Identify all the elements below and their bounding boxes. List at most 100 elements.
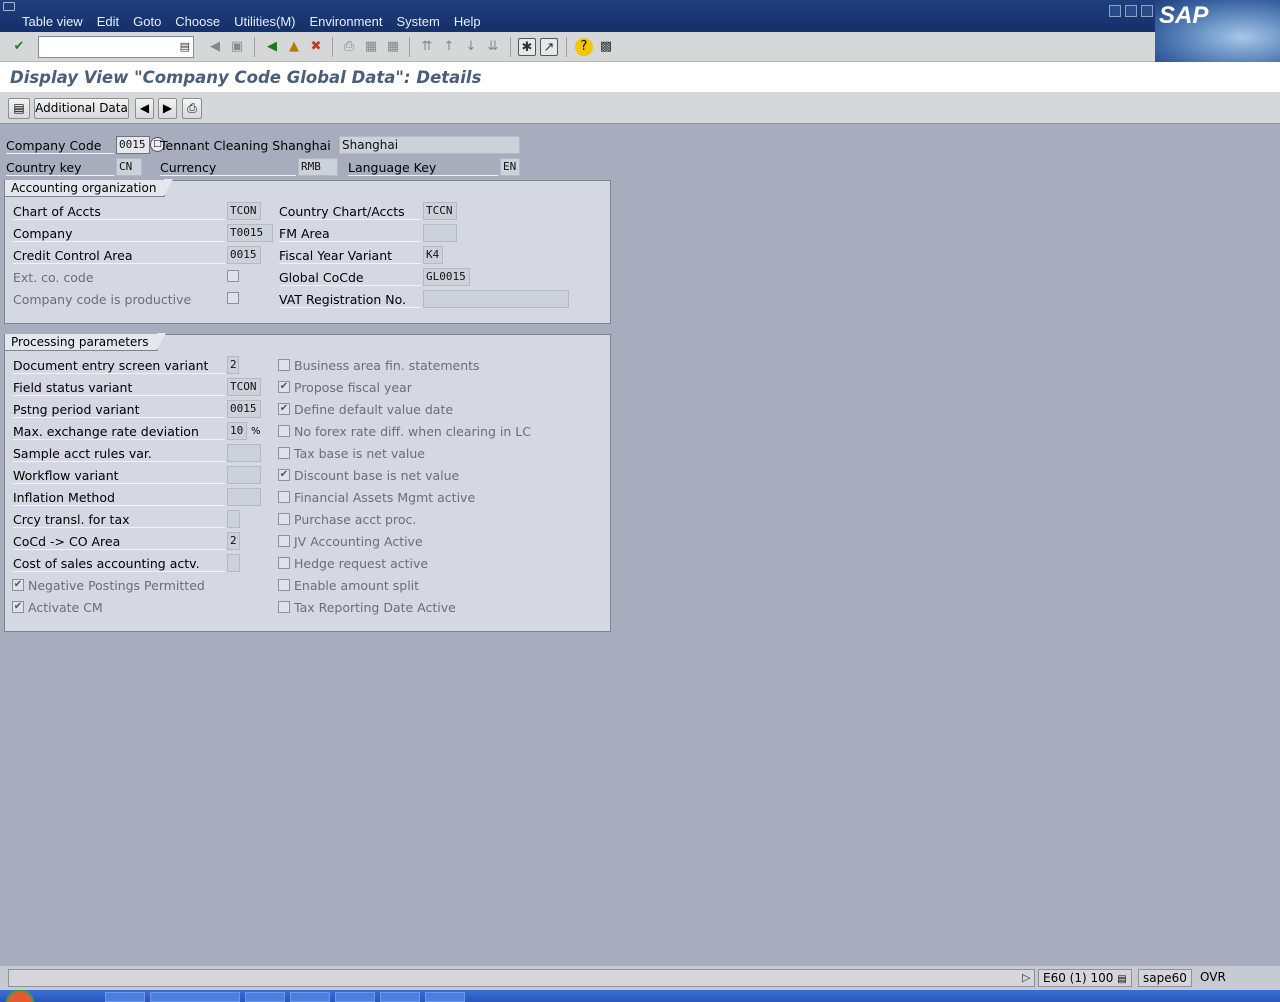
label-underline (13, 549, 225, 550)
back-icon[interactable]: ◀ (263, 38, 281, 56)
label-underline (13, 527, 225, 528)
command-field[interactable]: ▤ (38, 36, 194, 58)
company-code-field[interactable]: 0015 (116, 136, 150, 154)
previous-entry-icon[interactable]: ◀ (135, 98, 154, 119)
minimize-button[interactable] (1109, 5, 1121, 17)
back-small-icon[interactable]: ◀ (206, 38, 224, 56)
status-expand-icon[interactable]: ▷ (1022, 971, 1030, 984)
taskbar-item[interactable] (290, 992, 330, 1002)
maximize-button[interactable] (1125, 5, 1137, 17)
accounting-organization-title: Accounting organization (5, 179, 174, 197)
save-icon[interactable]: ▣ (228, 38, 246, 56)
additional-data-button[interactable]: Additional Data (34, 98, 129, 119)
first-page-icon[interactable]: ⇈ (418, 38, 436, 56)
menu-edit[interactable]: Edit (97, 14, 119, 29)
new-session-icon[interactable]: ✱ (518, 38, 536, 56)
cocd-co-area-field: 2 (227, 532, 240, 550)
enter-icon[interactable]: ✔ (10, 38, 28, 56)
cancel-icon[interactable]: ✖ (307, 38, 325, 56)
credit-control-area-label: Credit Control Area (13, 248, 133, 263)
toolbar-separator (510, 37, 511, 57)
activate-cm-label: Activate CM (28, 600, 103, 615)
company-code-label: Company Code (6, 138, 102, 153)
taskbar-item[interactable] (380, 992, 420, 1002)
field-status-variant-field: TCON (227, 378, 261, 396)
vat-registration-label: VAT Registration No. (279, 292, 407, 307)
fiscal-year-variant-label: Fiscal Year Variant (279, 248, 393, 263)
pstng-period-variant-field: 0015 (227, 400, 261, 418)
menu-help[interactable]: Help (454, 14, 481, 29)
menu-environment[interactable]: Environment (310, 14, 383, 29)
business-area-fin-statements-checkbox (278, 359, 290, 371)
credit-control-area-field: 0015 (227, 246, 261, 264)
tax-reporting-date-checkbox (278, 601, 290, 613)
label-underline (279, 285, 421, 286)
system-menu-icon[interactable] (3, 2, 15, 11)
menu-choose[interactable]: Choose (175, 14, 220, 29)
taskbar-item[interactable] (245, 992, 285, 1002)
hedge-request-checkbox (278, 557, 290, 569)
sap-logo-text: SAP (1159, 2, 1209, 29)
taskbar-item[interactable] (425, 992, 465, 1002)
global-cocde-label: Global CoCde (279, 270, 364, 285)
taskbar-item[interactable] (335, 992, 375, 1002)
label-underline (160, 175, 296, 176)
taskbar-item[interactable] (105, 992, 145, 1002)
print-icon[interactable]: ⎙ (182, 98, 202, 119)
label-underline (13, 417, 225, 418)
ext-co-code-checkbox (227, 270, 239, 282)
create-shortcut-icon[interactable]: ↗ (540, 38, 558, 56)
toolbar-separator (566, 37, 567, 57)
next-page-icon[interactable]: ↓ (462, 38, 480, 56)
system-info: E60 (1) 100 ▤ (1038, 969, 1132, 987)
financial-assets-mgmt-checkbox (278, 491, 290, 503)
menu-utilities[interactable]: Utilities(M) (234, 14, 295, 29)
percent-unit: % (251, 426, 261, 437)
command-history-icon[interactable]: ▤ (180, 40, 190, 53)
currency-label: Currency (160, 160, 217, 175)
previous-page-icon[interactable]: ↑ (440, 38, 458, 56)
taskbar-item[interactable] (150, 992, 240, 1002)
windows-taskbar (0, 990, 1280, 1002)
system-id: E60 (1) 100 (1043, 971, 1114, 985)
find-next-icon[interactable]: ▦ (384, 38, 402, 56)
workflow-variant-field (227, 466, 261, 484)
fiscal-year-variant-field: K4 (423, 246, 443, 264)
workflow-variant-label: Workflow variant (13, 468, 119, 483)
menu-goto[interactable]: Goto (133, 14, 161, 29)
doc-entry-screen-variant-label: Document entry screen variant (13, 358, 209, 373)
vat-registration-field (423, 290, 569, 308)
language-key-field: EN (500, 158, 520, 176)
close-button[interactable] (1141, 5, 1153, 17)
start-button[interactable] (0, 990, 45, 1002)
help-icon[interactable]: ? (575, 38, 593, 56)
jv-accounting-checkbox (278, 535, 290, 547)
last-page-icon[interactable]: ⇊ (484, 38, 502, 56)
menu-bar: Table view Edit Goto Choose Utilities(M)… (0, 0, 1280, 32)
field-status-variant-label: Field status variant (13, 380, 133, 395)
label-underline (13, 505, 225, 506)
menu-system[interactable]: System (396, 14, 439, 29)
language-key-label: Language Key (348, 160, 437, 175)
next-entry-icon[interactable]: ▶ (158, 98, 177, 119)
country-key-field: CN (116, 158, 142, 176)
max-exchange-rate-deviation-field: 10 (227, 422, 247, 440)
other-view-icon[interactable]: ▤ (8, 98, 30, 119)
chart-of-accts-label: Chart of Accts (13, 204, 101, 219)
print-icon[interactable]: ⎙ (340, 38, 358, 56)
exit-icon[interactable]: ▲ (285, 38, 303, 56)
country-chart-field: TCCN (423, 202, 457, 220)
activate-cm-checkbox (12, 601, 24, 613)
sap-logo: SAP (1155, 0, 1280, 62)
no-forex-rate-diff-checkbox (278, 425, 290, 437)
menu-table-view[interactable]: Table view (22, 14, 83, 29)
doc-entry-screen-variant-field: 2 (227, 356, 239, 374)
system-info-dropdown-icon[interactable]: ▤ (1117, 974, 1126, 985)
company-code-productive-label: Company code is productive (13, 292, 192, 307)
define-default-value-date-checkbox (278, 403, 290, 415)
layout-menu-icon[interactable]: ▩ (597, 38, 615, 56)
crcy-transl-tax-field (227, 510, 240, 528)
find-icon[interactable]: ▦ (362, 38, 380, 56)
define-default-value-date-label: Define default value date (294, 402, 454, 417)
tax-reporting-date-label: Tax Reporting Date Active (294, 600, 456, 615)
